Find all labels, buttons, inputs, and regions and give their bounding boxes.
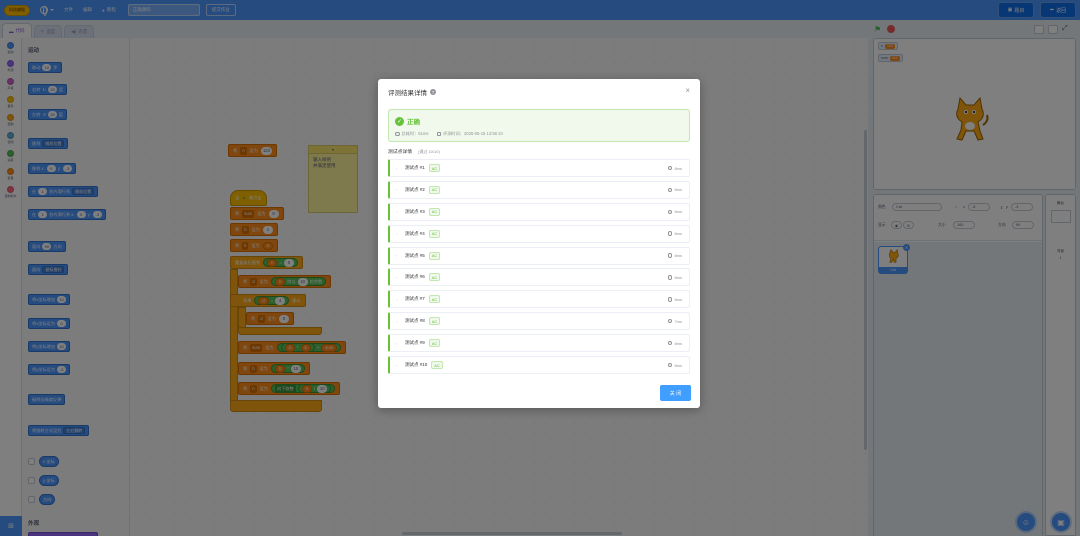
test-case-name: 测试点 #3 [405, 208, 425, 214]
total-time: 总耗时：81ms [401, 131, 429, 136]
test-case-name: 测试点 #10 [405, 362, 428, 368]
test-case-row[interactable]: › 测试点 #2 AC 8ms [388, 180, 690, 199]
clock-icon [667, 297, 673, 302]
test-case-time-value: 8ms [674, 296, 682, 302]
test-case-name: 测试点 #5 [405, 252, 425, 258]
result-status: 正确 [407, 119, 420, 126]
status-badge: AC [428, 164, 441, 172]
test-case-row[interactable]: › 测试点 #8 AC 7ms [388, 312, 690, 331]
test-case-time: 8ms [667, 253, 682, 259]
test-case-time: 8ms [667, 165, 682, 171]
status-badge: AC [431, 361, 443, 370]
test-case-row[interactable]: › 测试点 #3 AC 8ms [388, 202, 690, 221]
test-case-time-value: 8ms [674, 209, 682, 215]
chevron-right-icon: › [396, 296, 398, 302]
chevron-right-icon: › [396, 165, 398, 171]
test-case-time: 8ms [667, 274, 682, 280]
result-summary: ✓ 正确 总耗时：81ms 评测时间：2026-05-15 13:56:10 [388, 109, 690, 142]
chevron-right-icon: › [396, 274, 398, 280]
clock-icon [667, 187, 673, 193]
clock-icon [667, 362, 673, 368]
test-case-time: 8ms [667, 362, 682, 368]
chevron-right-icon: › [396, 187, 398, 193]
clock-icon [667, 231, 673, 236]
test-case-row[interactable]: › 测试点 #7 AC 8ms [388, 290, 690, 309]
test-case-row[interactable]: › 测试点 #5 AC 8ms [388, 246, 690, 265]
test-case-time-value: 7ms [674, 318, 682, 324]
clock-icon [667, 253, 673, 258]
test-case-row[interactable]: › 测试点 #4 AC 8ms [388, 224, 690, 243]
status-badge: AC [428, 317, 441, 326]
test-case-name: 测试点 #9 [405, 340, 425, 346]
chevron-right-icon: › [396, 209, 398, 215]
calendar-icon [436, 132, 441, 136]
test-case-time: 8ms [667, 231, 682, 237]
close-icon[interactable]: × [685, 86, 690, 95]
test-case-time-value: 8ms [674, 253, 682, 259]
clock-icon [667, 340, 673, 346]
test-case-time: 8ms [667, 187, 682, 193]
test-case-list: › 测试点 #1 AC 8ms › 测试点 #2 AC 8ms › 测试点 #3 AC 8ms › 测试点… [388, 159, 690, 378]
check-circle-icon: ✓ [395, 116, 404, 126]
test-case-time-value: 8ms [674, 187, 682, 193]
test-cases-heading: 测试点详情 [388, 150, 412, 155]
evaluation-result-dialog: 评测结果详情 ? × ✓ 正确 总耗时：81ms 评测时间：2026-05-15… [378, 79, 700, 408]
test-cases-summary: (通过 10/10) [418, 149, 440, 154]
clock-icon [667, 318, 673, 324]
status-badge: AC [428, 251, 441, 260]
status-badge: AC [428, 273, 441, 282]
test-case-name: 测试点 #7 [405, 296, 425, 302]
test-case-time-value: 8ms [674, 165, 682, 171]
test-case-name: 测试点 #2 [405, 186, 425, 192]
test-case-time: 8ms [667, 296, 682, 302]
test-case-time: 8ms [667, 209, 682, 215]
test-case-row[interactable]: › 测试点 #6 AC 8ms [388, 268, 690, 287]
chevron-right-icon: › [396, 362, 398, 368]
test-case-name: 测试点 #1 [405, 165, 425, 170]
clock-icon [667, 209, 673, 215]
status-badge: AC [428, 185, 441, 194]
clock-icon [667, 165, 673, 171]
test-case-name: 测试点 #6 [405, 274, 425, 280]
dialog-title: 评测结果详情 [388, 90, 427, 97]
test-case-time: 7ms [667, 318, 682, 324]
clock-icon [667, 275, 673, 280]
chevron-right-icon: › [396, 318, 398, 324]
test-case-time-value: 8ms [674, 340, 682, 346]
status-badge: AC [428, 207, 441, 216]
test-case-row[interactable]: › 测试点 #1 AC 8ms [388, 159, 690, 177]
test-case-time-value: 8ms [674, 231, 682, 237]
status-badge: AC [428, 339, 441, 348]
test-case-time-value: 8ms [674, 274, 682, 280]
test-case-time: 8ms [667, 340, 682, 346]
test-case-row[interactable]: › 测试点 #9 AC 8ms [388, 334, 690, 353]
chevron-right-icon: › [396, 231, 398, 237]
close-button[interactable]: 关 闭 [660, 385, 691, 401]
test-case-time-value: 8ms [674, 362, 682, 368]
help-icon[interactable]: ? [430, 89, 436, 95]
evaluation-time: 评测时间：2026-05-15 13:56:10 [443, 131, 503, 136]
test-case-name: 测试点 #8 [405, 318, 425, 324]
chevron-right-icon: › [396, 253, 398, 259]
clock-icon [395, 131, 400, 137]
test-case-row[interactable]: › 测试点 #10 AC 8ms [388, 356, 690, 375]
chevron-right-icon: › [396, 340, 398, 346]
status-badge: AC [428, 229, 441, 238]
test-case-name: 测试点 #4 [405, 230, 425, 236]
status-badge: AC [428, 295, 441, 304]
